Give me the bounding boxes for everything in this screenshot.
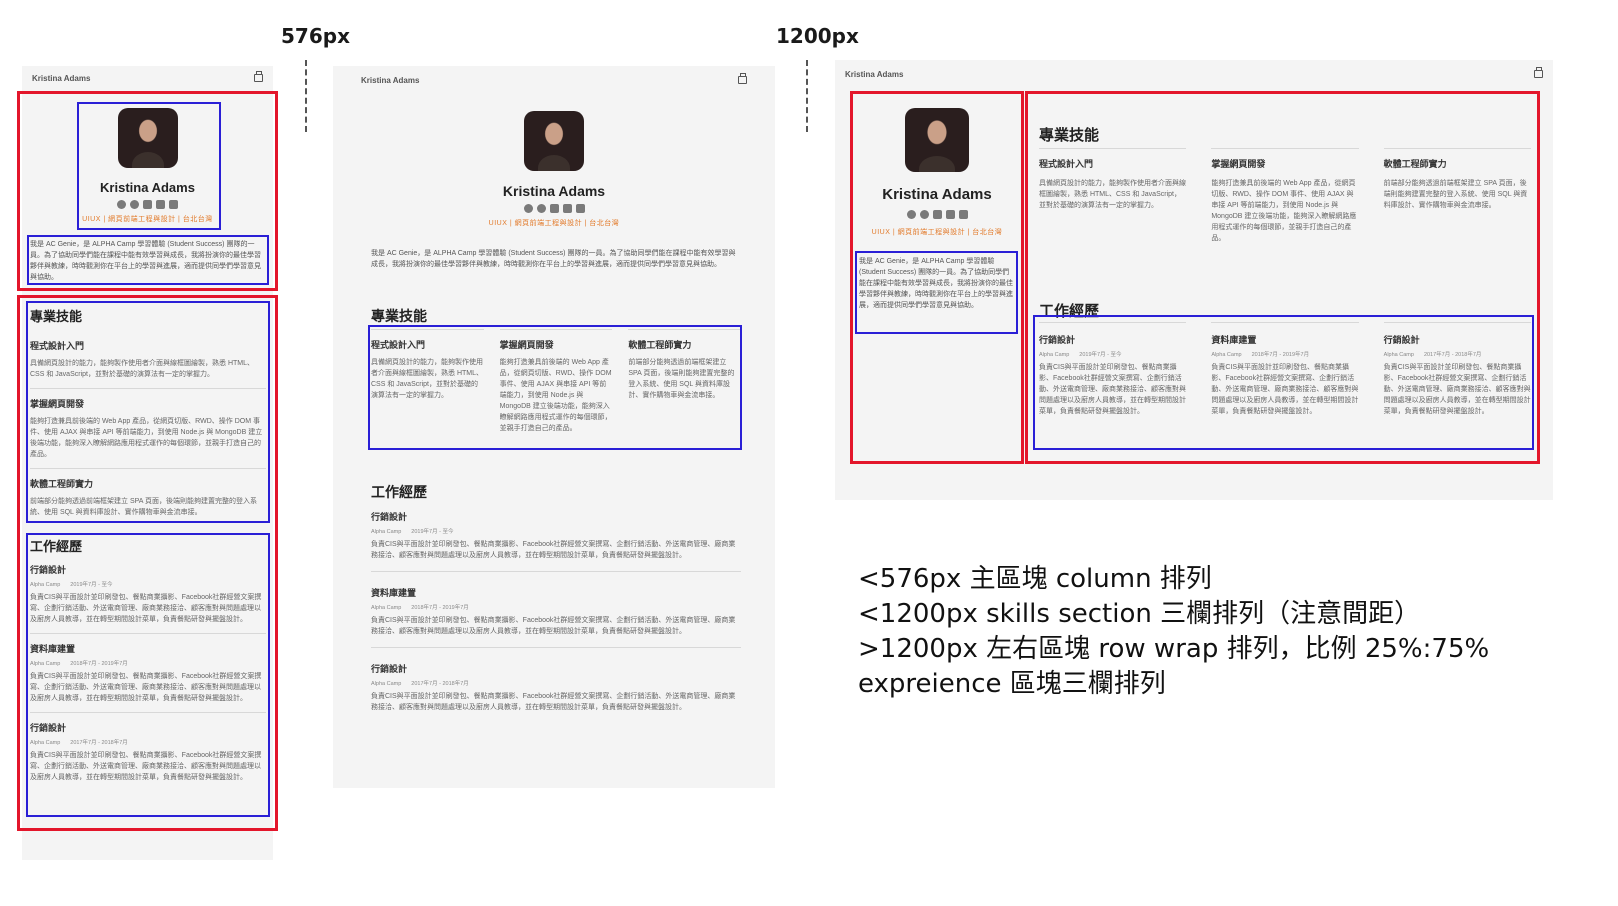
- skills-title: 專業技能: [371, 308, 427, 324]
- header-name: Kristina Adams: [845, 69, 904, 79]
- breakpoint-label-1200: 1200px: [776, 24, 859, 48]
- highlight-bio: [855, 251, 1018, 334]
- experience-title: 工作經歷: [371, 484, 427, 500]
- highlight-skills: [26, 301, 270, 523]
- linkedin-icon[interactable]: [549, 204, 559, 213]
- job-desc: 負責CIS與平面設計並印刷發包、餐點商業攝影、Facebook社群經營文案撰寫、…: [371, 541, 736, 559]
- job-desc: 負責CIS與平面設計並印刷發包、餐點商業攝影、Facebook社群經營文案撰寫、…: [371, 617, 736, 635]
- breakpoint-label-576: 576px: [281, 24, 350, 48]
- github-icon[interactable]: [523, 204, 533, 213]
- profile-section: Kristina Adams UIUX | 網頁前端工程與設計 | 台北台灣: [333, 111, 775, 228]
- header-name: Kristina Adams: [32, 73, 91, 83]
- instagram-icon[interactable]: [536, 204, 546, 213]
- job-title: 資料庫建置: [371, 588, 417, 598]
- header-name: Kristina Adams: [361, 75, 420, 85]
- job-meta: Alpha Camp 2018年7月 - 2019年7月: [371, 603, 741, 611]
- divider: [371, 571, 741, 572]
- breakpoint-divider-1200: [806, 60, 808, 132]
- email-icon[interactable]: [575, 204, 585, 213]
- social-links: [333, 204, 775, 213]
- experience-section: 工作經歷 行銷設計 Alpha Camp 2019年7月 - 至今 負責CIS與平…: [371, 482, 741, 713]
- job-date: 2018年7月 - 2019年7月: [411, 605, 469, 611]
- highlight-experience-grid: [1033, 315, 1534, 450]
- print-icon[interactable]: [1534, 67, 1543, 78]
- resume-header: Kristina Adams: [835, 60, 1553, 88]
- profile-name: Kristina Adams: [502, 183, 606, 199]
- note-line: <1200px skills section 三欄排列（注意間距）: [858, 599, 1421, 629]
- resume-header: Kristina Adams: [333, 66, 775, 94]
- job-meta: Alpha Camp 2019年7月 - 至今: [371, 527, 741, 535]
- job-desc: 負責CIS與平面設計並印刷發包、餐點商業攝影、Facebook社群經營文案撰寫、…: [371, 693, 736, 711]
- job-title: 行銷設計: [371, 512, 408, 522]
- note-line: >1200px 左右區塊 row wrap 排列，比例 25%:75%: [858, 634, 1490, 664]
- youtube-icon[interactable]: [562, 204, 572, 213]
- highlight-bio: [27, 235, 269, 285]
- job-date: 2019年7月 - 至今: [411, 529, 454, 535]
- highlight-skills-grid: [368, 325, 742, 450]
- highlight-profile: [77, 102, 221, 230]
- layout-notes: <576px 主區塊 column 排列 <1200px skills sect…: [858, 562, 1489, 702]
- highlight-experience: [26, 533, 270, 817]
- breakpoint-divider-576: [305, 60, 307, 132]
- job-company: Alpha Camp: [371, 681, 402, 687]
- divider: [371, 647, 741, 648]
- note-line: expreience 區塊三欄排列: [858, 669, 1166, 699]
- print-icon[interactable]: [254, 71, 263, 82]
- profile-subtitle: UIUX | 網頁前端工程與設計 | 台北台灣: [488, 220, 620, 227]
- job-date: 2017年7月 - 2018年7月: [411, 681, 469, 687]
- resume-header: Kristina Adams: [22, 66, 273, 90]
- print-icon[interactable]: [738, 73, 747, 84]
- profile-bio: 我是 AC Genie，是 ALPHA Camp 學習體驗 (Student S…: [371, 250, 736, 268]
- job-company: Alpha Camp: [371, 605, 402, 611]
- job-company: Alpha Camp: [371, 529, 402, 535]
- job-meta: Alpha Camp 2017年7月 - 2018年7月: [371, 679, 741, 687]
- avatar: [524, 111, 584, 171]
- job-title: 行銷設計: [371, 664, 408, 674]
- note-line: <576px 主區塊 column 排列: [858, 564, 1212, 594]
